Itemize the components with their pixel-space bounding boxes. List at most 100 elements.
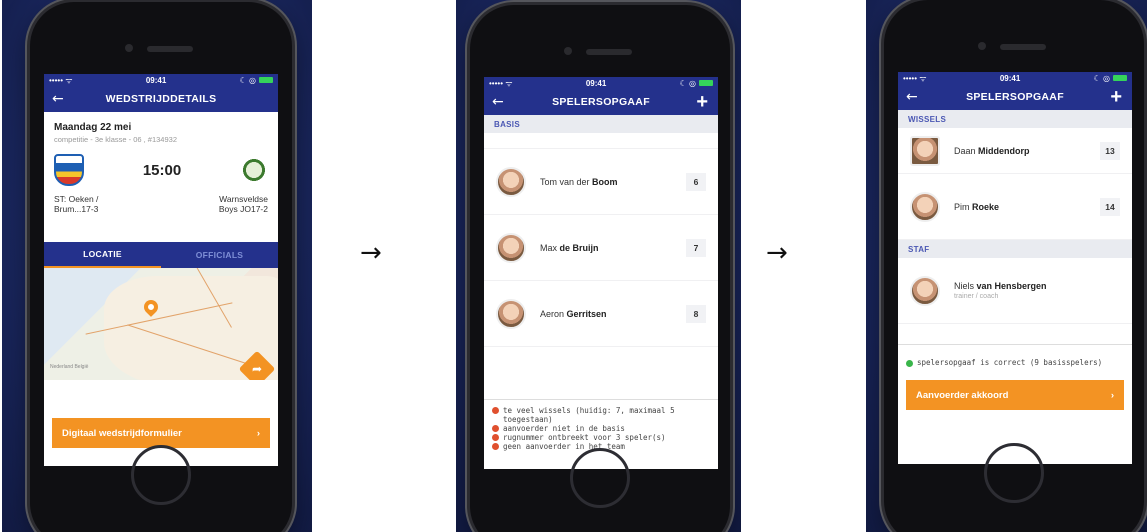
list-item-partial: [484, 133, 718, 149]
digital-match-form-button[interactable]: Digitaal wedstrijdformulier ›: [52, 418, 270, 448]
staff-name: Niels van Hensbergen trainer / coach: [954, 281, 1120, 300]
home-button[interactable]: [131, 445, 191, 505]
nav-bar: ← SPELERSOPGAAF +: [898, 84, 1132, 110]
avatar: [496, 166, 526, 197]
section-basis: BASIS: [484, 115, 718, 133]
avatar: [910, 191, 940, 222]
phone: ••••• ᯤ 09:41 ☾ ◎ ← WEDSTRIJDDETAILS Maa…: [30, 2, 292, 532]
player-name: Max de Bruijn: [540, 242, 599, 253]
shirt-number[interactable]: 8: [686, 304, 706, 323]
camera: [564, 47, 572, 55]
map-attribution: Nederland België: [50, 364, 89, 370]
away-team-name: Warnsveldse Boys JO17-2: [218, 194, 268, 214]
error-icon: [492, 407, 499, 414]
cta-label: Aanvoerder akkoord: [916, 389, 1009, 401]
home-button[interactable]: [984, 443, 1044, 503]
back-arrow-icon[interactable]: ←: [492, 94, 510, 110]
home-team-name: ST: Oeken / Brum...17-3: [54, 194, 99, 214]
signal-indicator: ••••• ᯤ: [489, 78, 513, 88]
avatar: [910, 275, 940, 306]
panel-player-list-valid: ••••• ᯤ 09:41 ☾ ◎ ← SPELERSOPGAAF + WISS…: [866, 0, 1147, 532]
check-icon: [906, 359, 913, 367]
match-info: Maandag 22 mei competitie - 3e klasse - …: [44, 112, 278, 214]
speaker: [1000, 44, 1046, 50]
player-row[interactable]: Max de Bruijn 7: [484, 215, 718, 281]
kickoff-time: 15:00: [142, 161, 182, 179]
teams-row: 15:00: [54, 154, 268, 186]
error-item: rugnummer ontbreekt voor 3 speler(s): [492, 433, 710, 442]
page-title: SPELERSOPGAAF: [966, 91, 1064, 103]
status-bar: ••••• ᯤ 09:41 ☾ ◎: [44, 74, 278, 86]
flow-arrow-1: →: [360, 238, 382, 268]
chevron-right-icon: ›: [256, 427, 260, 439]
status-bar: ••••• ᯤ 09:41 ☾ ◎: [898, 72, 1132, 84]
status-time: 09:41: [145, 75, 167, 85]
tab-bar: LOCATIE OFFICIALS: [44, 242, 278, 268]
avatar: [496, 298, 526, 329]
player-name: Daan Middendorp: [954, 145, 1030, 156]
battery-icon: [1113, 74, 1127, 81]
phone: ••••• ᯤ 09:41 ☾ ◎ ← SPELERSOPGAAF + BASI…: [470, 5, 730, 532]
shirt-number[interactable]: 7: [686, 238, 706, 257]
player-row[interactable]: Pim Roeke 14: [898, 174, 1132, 240]
home-team-logo: [54, 154, 84, 186]
shirt-number[interactable]: 14: [1100, 197, 1120, 216]
camera: [978, 42, 986, 50]
screen-player-list: ••••• ᯤ 09:41 ☾ ◎ ← SPELERSOPGAAF + BASI…: [484, 77, 718, 469]
error-icon: [492, 425, 499, 432]
page-title: WEDSTRIJDDETAILS: [105, 93, 217, 105]
captain-approve-button[interactable]: Aanvoerder akkoord ›: [906, 380, 1124, 410]
nav-bar: ← WEDSTRIJDDETAILS: [44, 86, 278, 112]
error-icon: [492, 443, 499, 450]
section-staf: STAF: [898, 240, 1132, 258]
panel-match-details: ••••• ᯤ 09:41 ☾ ◎ ← WEDSTRIJDDETAILS Maa…: [2, 0, 312, 532]
match-date: Maandag 22 mei: [54, 122, 132, 133]
camera: [125, 44, 133, 52]
tab-officials[interactable]: OFFICIALS: [161, 242, 278, 268]
panel-player-list: ••••• ᯤ 09:41 ☾ ◎ ← SPELERSOPGAAF + BASI…: [456, 0, 741, 532]
error-item: te veel wissels (huidig: 7, maximaal 5 t…: [492, 406, 710, 424]
signal-indicator: ••••• ᯤ: [903, 73, 927, 83]
status-time: 09:41: [585, 78, 607, 88]
status-icons: ☾ ◎: [680, 79, 713, 88]
error-icon: [492, 434, 499, 441]
cta-label: Digitaal wedstrijdformulier: [62, 427, 182, 439]
player-name: Pim Roeke: [954, 201, 1000, 212]
player-name: Aeron Gerritsen: [540, 308, 607, 319]
speaker: [586, 49, 632, 55]
home-button[interactable]: [570, 448, 630, 508]
speaker: [147, 46, 193, 52]
match-competition: competitie - 3e klasse - 06 , #134932: [54, 135, 177, 144]
add-player-icon[interactable]: +: [1110, 86, 1122, 109]
battery-icon: [699, 79, 713, 86]
staff-role: trainer / coach: [954, 293, 999, 300]
player-row[interactable]: Daan Middendorp 13: [898, 128, 1132, 174]
status-bar: ••••• ᯤ 09:41 ☾ ◎: [484, 77, 718, 89]
tab-locatie[interactable]: LOCATIE: [44, 242, 161, 268]
staff-row[interactable]: Niels van Hensbergen trainer / coach: [898, 258, 1132, 324]
avatar: [910, 135, 940, 166]
avatar: [496, 232, 526, 263]
status-time: 09:41: [999, 73, 1021, 83]
add-player-icon[interactable]: +: [696, 91, 708, 114]
back-arrow-icon[interactable]: ←: [52, 91, 70, 107]
player-row[interactable]: Tom van der Boom 6: [484, 149, 718, 215]
phone: ••••• ᯤ 09:41 ☾ ◎ ← SPELERSOPGAAF + WISS…: [884, 0, 1144, 532]
validation-status: spelersopgaaf is correct (9 basisspelers…: [898, 344, 1132, 380]
player-row[interactable]: Aeron Gerritsen 8: [484, 281, 718, 347]
signal-indicator: ••••• ᯤ: [49, 75, 73, 85]
back-arrow-icon[interactable]: ←: [906, 89, 924, 105]
status-icons: ☾ ◎: [240, 76, 273, 85]
team-names: ST: Oeken / Brum...17-3 Warnsveldse Boys…: [54, 194, 268, 214]
flow-arrow-2: →: [766, 238, 788, 268]
location-map[interactable]: Nederland België ➦: [44, 268, 278, 380]
stage: ••••• ᯤ 09:41 ☾ ◎ ← WEDSTRIJDDETAILS Maa…: [0, 0, 1147, 532]
status-icons: ☾ ◎: [1094, 74, 1127, 83]
away-team-logo: [240, 156, 268, 184]
section-wissels: WISSELS: [898, 110, 1132, 128]
nav-bar: ← SPELERSOPGAAF +: [484, 89, 718, 115]
shirt-number[interactable]: 13: [1100, 141, 1120, 160]
error-item: aanvoerder niet in de basis: [492, 424, 710, 433]
screen-player-list-valid: ••••• ᯤ 09:41 ☾ ◎ ← SPELERSOPGAAF + WISS…: [898, 72, 1132, 464]
shirt-number[interactable]: 6: [686, 172, 706, 191]
